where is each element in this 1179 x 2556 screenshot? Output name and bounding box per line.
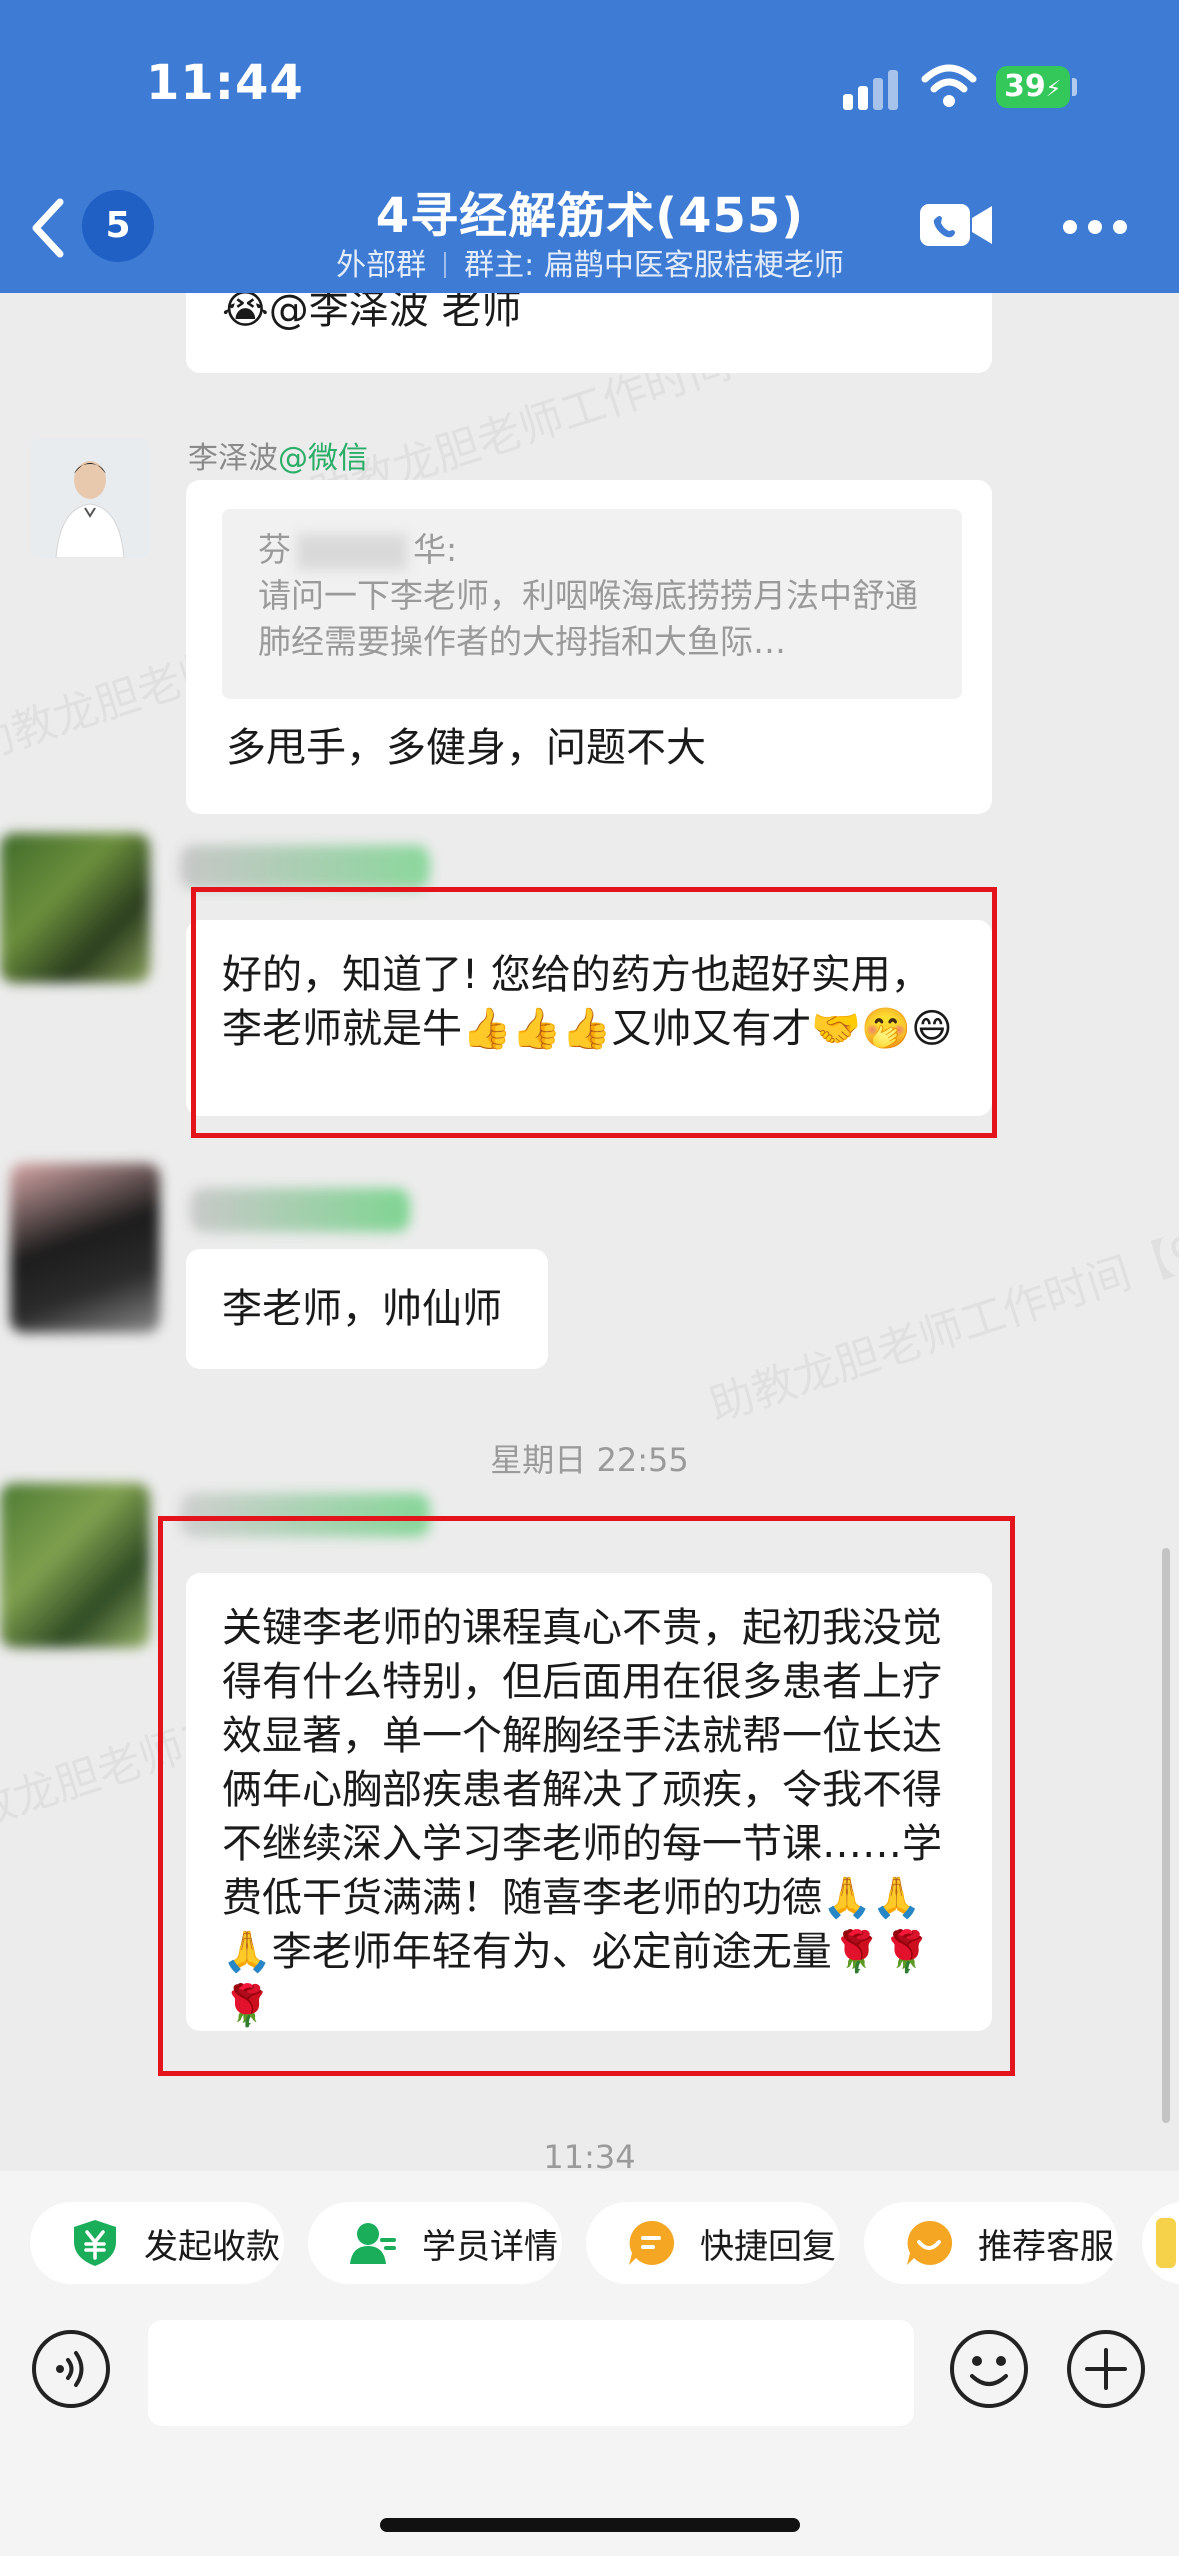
quick-actions-bar: 发起收款 学员详情 快捷回复 推荐客服 bbox=[0, 2171, 1179, 2313]
sender-source: @微信 bbox=[278, 441, 368, 476]
start-payment-button[interactable]: 发起收款 bbox=[30, 2202, 284, 2284]
voice-input-icon[interactable] bbox=[30, 2328, 112, 2410]
avatar-blurred[interactable] bbox=[0, 1483, 150, 1648]
sender-name-blurred bbox=[190, 1188, 410, 1232]
video-call-icon[interactable] bbox=[918, 198, 994, 252]
action-label: 学员详情 bbox=[422, 2226, 558, 2267]
message-list[interactable]: 助教龙胆老师工作时间【9:00-18:00】 助教龙胆老师工作时间【9:00-1… bbox=[0, 293, 1179, 2171]
back-chevron-icon[interactable] bbox=[26, 196, 70, 260]
more-actions-chip[interactable] bbox=[1142, 2202, 1179, 2284]
student-details-button[interactable]: 学员详情 bbox=[308, 2202, 562, 2284]
scrollbar[interactable] bbox=[1162, 1548, 1170, 2123]
home-indicator bbox=[380, 2518, 800, 2532]
chat-title: 4寻经解筋术(455) bbox=[375, 188, 805, 244]
action-label: 快捷回复 bbox=[700, 2226, 836, 2267]
quote-text: 请问一下李老师，利咽喉海底捞捞月法中舒通肺经需要操作者的大拇指和大鱼际… bbox=[258, 576, 918, 661]
message-text: 😭@李泽波 老师 bbox=[222, 293, 522, 333]
message-bubble[interactable]: 😭@李泽波 老师 bbox=[186, 293, 992, 373]
message-text: 多甩手，多健身，问题不大 bbox=[226, 725, 706, 771]
group-type-label: 外部群 bbox=[336, 248, 427, 283]
message-input[interactable] bbox=[148, 2320, 914, 2426]
avatar-blurred[interactable] bbox=[10, 1163, 160, 1333]
battery-tip bbox=[1072, 78, 1077, 96]
payment-icon bbox=[74, 2220, 116, 2266]
sender-name-blurred bbox=[180, 845, 430, 889]
plus-icon[interactable] bbox=[1065, 2328, 1147, 2410]
quick-reply-button[interactable]: 快捷回复 bbox=[586, 2202, 840, 2284]
action-label: 发起收款 bbox=[144, 2226, 280, 2267]
wifi-icon bbox=[921, 64, 977, 107]
signal-icon bbox=[843, 70, 899, 110]
group-owner-label: 群主: 扁鹊中医客服桔梗老师 bbox=[464, 248, 844, 283]
avatar-blurred[interactable] bbox=[0, 833, 150, 983]
recommend-service-button[interactable]: 推荐客服 bbox=[864, 2202, 1118, 2284]
sender-name: 李泽波@微信 bbox=[188, 441, 368, 476]
quoted-message[interactable]: 芬华: 请问一下李老师，利咽喉海底捞捞月法中舒通肺经需要操作者的大拇指和大鱼际… bbox=[222, 509, 962, 699]
emoji-icon[interactable] bbox=[948, 2328, 1030, 2410]
student-icon bbox=[350, 2223, 396, 2264]
message-text: 李老师，帅仙师 bbox=[222, 1286, 502, 1332]
timestamp: 星期日 22:55 bbox=[490, 1441, 689, 1479]
timestamp: 11:34 bbox=[543, 2138, 636, 2171]
more-icon[interactable] bbox=[1063, 220, 1127, 236]
status-time: 11:44 bbox=[146, 55, 304, 111]
battery-indicator: 39⚡ bbox=[996, 66, 1070, 108]
action-label: 推荐客服 bbox=[978, 2226, 1114, 2267]
chat-subtitle: 外部群 群主: 扁鹊中医客服桔梗老师 bbox=[240, 240, 940, 284]
recommend-service-icon bbox=[907, 2220, 953, 2265]
avatar[interactable] bbox=[30, 438, 150, 558]
unread-count-badge[interactable]: 5 bbox=[82, 190, 154, 262]
quote-author: 芬华: bbox=[258, 530, 458, 570]
quick-reply-icon bbox=[629, 2220, 675, 2265]
chat-header: 11:44 39⚡ 5 4寻经解筋术(455) 外部群 群主: 扁鹊中医客服桔梗老… bbox=[0, 0, 1179, 293]
highlight-box bbox=[191, 887, 997, 1138]
highlight-box bbox=[158, 1516, 1015, 2076]
message-bubble[interactable]: 李老师，帅仙师 bbox=[186, 1249, 548, 1369]
watermark: 助教龙胆老师工作时间【9:00-18:00】 bbox=[703, 1145, 1179, 1432]
